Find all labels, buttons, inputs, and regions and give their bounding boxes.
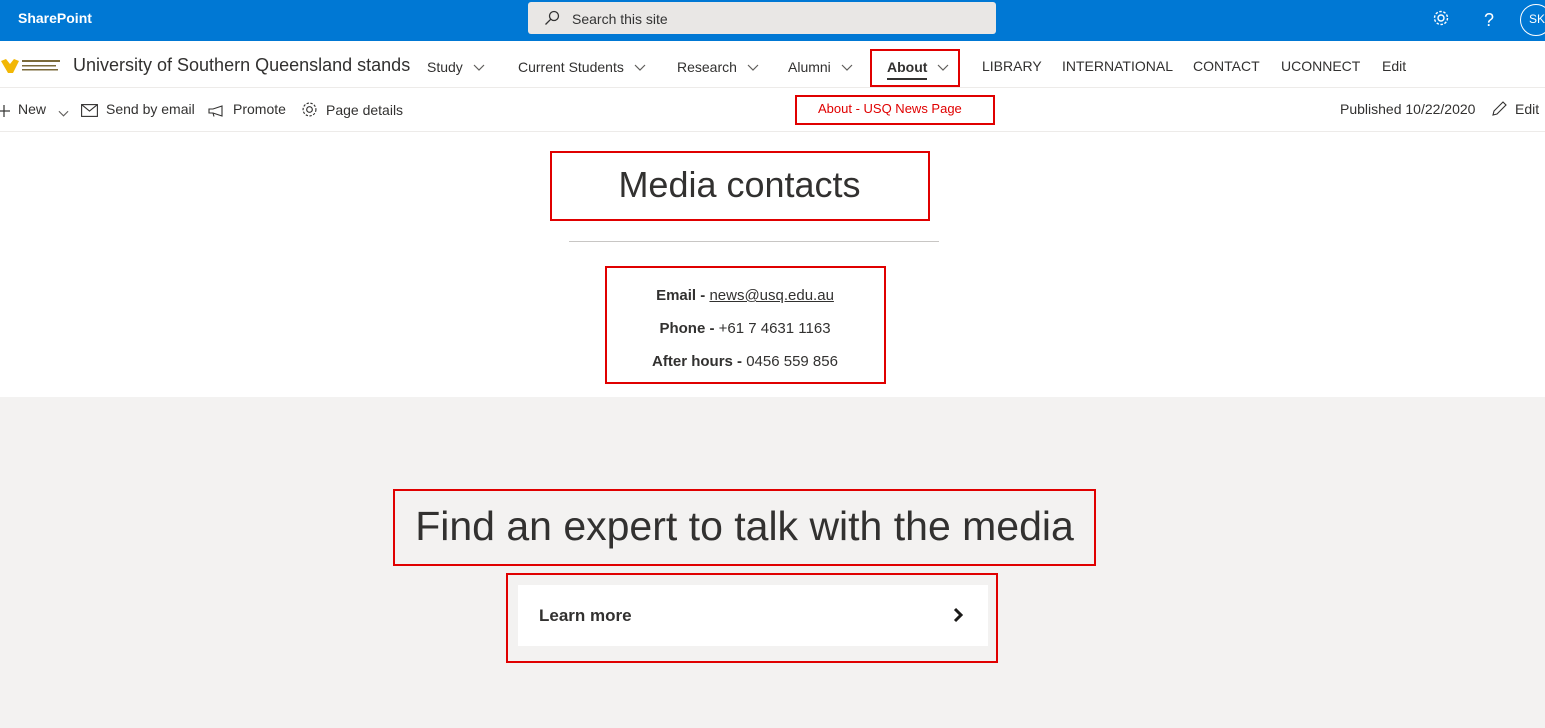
mail-icon (81, 104, 98, 117)
nav-study[interactable]: Study (427, 58, 485, 75)
chevron-down-icon (473, 58, 485, 74)
help-icon[interactable]: ? (1478, 9, 1500, 31)
send-by-email-button[interactable]: Send by email (81, 101, 195, 117)
find-expert-heading: Find an expert to talk with the media (415, 503, 1074, 549)
promote-button[interactable]: Promote (208, 101, 286, 117)
promote-label: Promote (233, 101, 286, 117)
settings-gear-icon[interactable] (1430, 9, 1452, 31)
page-details-button[interactable]: Page details (301, 101, 403, 118)
published-status: Published 10/22/2020 (1340, 101, 1476, 117)
chevron-down-icon (634, 58, 646, 74)
learn-more-button[interactable]: Learn more (518, 585, 988, 646)
nav-library[interactable]: LIBRARY (982, 58, 1042, 74)
page-name-label: About - USQ News Page (818, 101, 962, 116)
nav-contact[interactable]: CONTACT (1193, 58, 1260, 74)
email-link[interactable]: news@usq.edu.au (709, 287, 833, 304)
suite-bar: SharePoint Search this site ? SK (0, 0, 1545, 41)
command-bar: New Send by email Promote Page details A… (0, 88, 1545, 132)
chevron-down-icon (747, 58, 759, 74)
site-header: University of Southern Queensland stands… (0, 41, 1545, 88)
nav-about[interactable]: About (887, 58, 949, 80)
plus-icon (0, 105, 10, 117)
after-hours-value: 0456 559 856 (746, 353, 838, 370)
nav-current-students[interactable]: Current Students (518, 58, 646, 75)
new-button-label: New (18, 101, 47, 117)
edit-page-label: Edit (1515, 101, 1540, 117)
contact-email-line: Email - news@usq.edu.au (606, 287, 884, 304)
nav-edit-link[interactable]: Edit (1382, 58, 1406, 74)
expert-section (0, 397, 1545, 728)
phone-value: +61 7 4631 1163 (718, 320, 831, 337)
nav-research-label: Research (677, 59, 737, 75)
contact-phone-line: Phone - +61 7 4631 1163 (606, 320, 884, 337)
pencil-icon (1492, 101, 1507, 116)
section-divider (569, 241, 939, 242)
user-avatar[interactable]: SK (1520, 4, 1545, 36)
chevron-right-icon (952, 607, 964, 628)
nav-international[interactable]: INTERNATIONAL (1062, 58, 1173, 74)
page-details-label: Page details (326, 102, 404, 118)
site-title[interactable]: University of Southern Queensland stands (73, 55, 410, 76)
after-hours-label: After hours - (652, 353, 747, 370)
nav-alumni-label: Alumni (788, 59, 831, 75)
megaphone-icon (208, 105, 223, 117)
nav-current-students-label: Current Students (518, 59, 624, 75)
chevron-down-icon (841, 58, 853, 74)
usq-logo[interactable] (0, 55, 62, 77)
selected-underline (887, 78, 927, 80)
phone-label: Phone - (659, 320, 719, 337)
contact-after-hours-line: After hours - 0456 559 856 (606, 353, 884, 370)
send-by-email-label: Send by email (106, 101, 195, 117)
nav-alumni[interactable]: Alumni (788, 58, 853, 75)
search-placeholder: Search this site (572, 11, 668, 27)
edit-page-button[interactable]: Edit (1491, 101, 1539, 117)
nav-uconnect[interactable]: UCONNECT (1281, 58, 1360, 74)
nav-about-label: About (887, 59, 928, 75)
email-label: Email - (656, 287, 710, 304)
gear-icon (302, 102, 317, 117)
chevron-down-icon (937, 58, 949, 74)
learn-more-label: Learn more (539, 606, 632, 625)
sharepoint-brand[interactable]: SharePoint (18, 10, 92, 26)
new-button[interactable]: New (0, 101, 69, 117)
nav-research[interactable]: Research (677, 58, 759, 75)
search-box[interactable]: Search this site (528, 2, 996, 34)
media-contacts-heading: Media contacts (618, 164, 861, 205)
nav-study-label: Study (427, 59, 463, 75)
chevron-down-icon (58, 110, 69, 117)
search-icon (544, 10, 560, 31)
